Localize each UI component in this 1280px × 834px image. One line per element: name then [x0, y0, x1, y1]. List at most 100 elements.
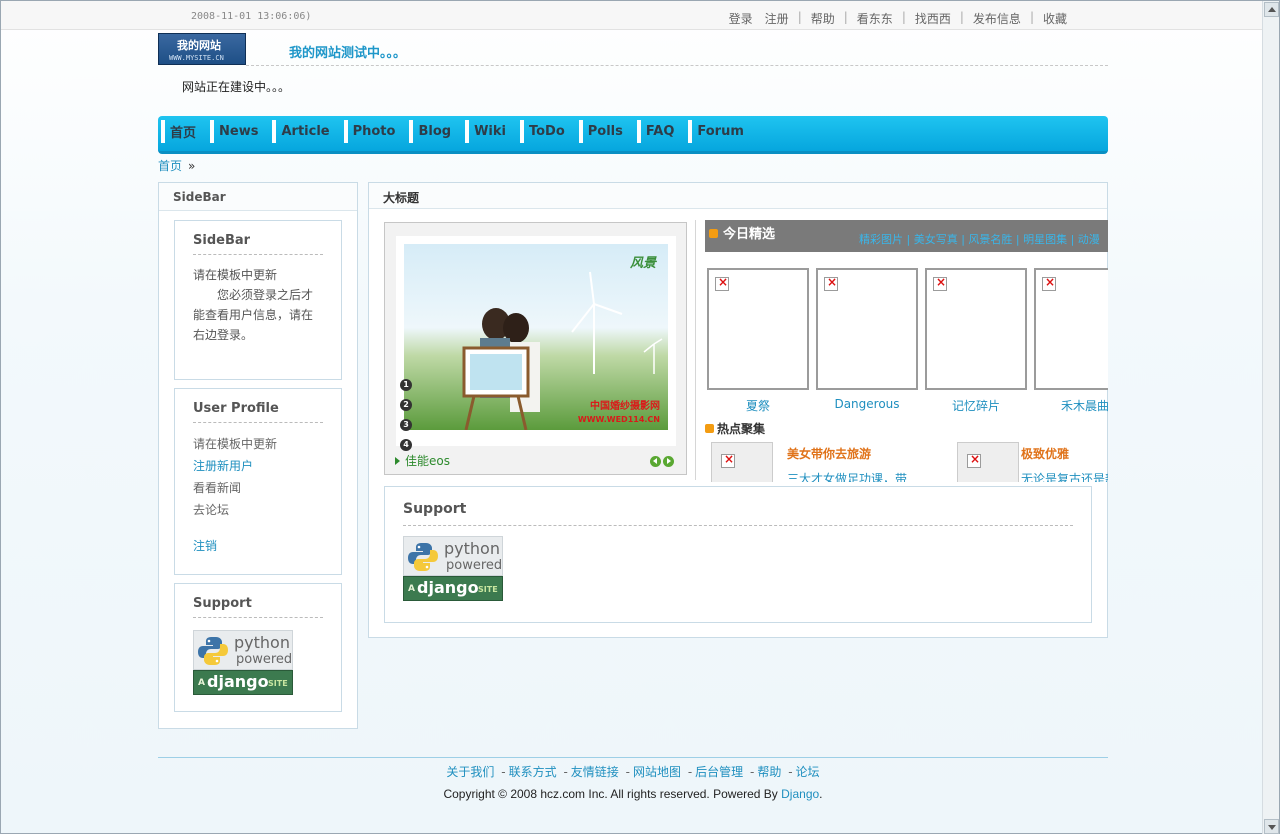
django-link[interactable]: Django — [781, 787, 819, 801]
powered-text: powered — [236, 652, 293, 667]
today-category-link[interactable]: 精彩图片 | 美女写真 | 风景名胜 | 明星图集 | 动漫 — [859, 233, 1100, 246]
find-link[interactable]: 找西西 — [909, 10, 957, 27]
nav-item-home[interactable]: 首页 — [170, 122, 196, 141]
thumbnail-caption[interactable]: 禾木晨曲 — [1034, 397, 1108, 414]
thumbnail-caption[interactable]: 记忆碎片 — [925, 397, 1027, 414]
thumbnail-item[interactable]: 夏祭 — [707, 268, 809, 414]
previous-icon[interactable] — [650, 456, 661, 467]
sidebar-box-text: 请在模板中更新 您必须登录之后才能查看用户信息，请在右边登录。 — [193, 265, 323, 345]
browse-link[interactable]: 看东东 — [851, 10, 899, 27]
hot-topic-title[interactable]: 极致优雅 — [1021, 445, 1069, 462]
breadcrumb-home[interactable]: 首页 — [158, 159, 182, 173]
footer-help-link[interactable]: 帮助 — [757, 765, 781, 779]
thumbnail-item[interactable]: Dangerous — [816, 268, 918, 414]
nav-item-faq[interactable]: FAQ — [646, 124, 675, 139]
register-new-user-link[interactable]: 注册新用户 — [193, 455, 323, 477]
separator: | — [959, 10, 964, 24]
site-logo[interactable]: 我的网站 WWW.MYSITE.CN — [158, 33, 246, 65]
nav-item-polls[interactable]: Polls — [588, 124, 623, 139]
support-box: Support python powered A django SITE — [174, 583, 342, 712]
thumbnail-image[interactable] — [1034, 268, 1108, 390]
bookmark-link[interactable]: 收藏 — [1037, 10, 1073, 27]
breadcrumb-separator: » — [188, 159, 196, 173]
photo-frame: 风景 中国婚纱摄影网 WWW.WED114.CN — [396, 236, 676, 446]
main-header: 大标题 — [369, 183, 1107, 209]
nav-item-news[interactable]: News — [219, 124, 258, 139]
copyright-period: . — [819, 787, 823, 801]
python-text: python — [234, 633, 290, 652]
sidebar-box-title: SideBar — [193, 233, 323, 255]
nav-item-blog[interactable]: Blog — [418, 124, 451, 139]
separator: - — [563, 765, 568, 779]
python-logo-icon — [408, 543, 438, 571]
thumbnail-image[interactable] — [816, 268, 918, 390]
broken-image-icon — [933, 275, 947, 291]
copyright: Copyright © 2008 hcz.com Inc. All rights… — [1, 787, 1265, 801]
separator: - — [750, 765, 755, 779]
django-text: django — [417, 578, 479, 597]
datetime-text: 2008-11-01 13:06:06) — [191, 11, 312, 22]
today-picks-header: 今日精选 精彩图片 | 美女写真 | 风景名胜 | 明星图集 | 动漫 — [705, 220, 1108, 252]
construction-notice: 网站正在建设中。。。 — [182, 80, 291, 94]
next-icon[interactable] — [663, 456, 674, 467]
nav-item-todo[interactable]: ToDo — [529, 124, 565, 139]
django-site-badge[interactable]: A django SITE — [193, 670, 293, 695]
hot-topic-desc[interactable]: 无论是复古还是新 — [1021, 470, 1108, 482]
thumbnail-image[interactable] — [707, 268, 809, 390]
slide-number-button[interactable]: 3 — [400, 419, 412, 431]
login-note: 您必须登录之后才能查看用户信息，请在右边登录。 — [193, 288, 314, 342]
admin-link[interactable]: 后台管理 — [695, 765, 743, 779]
contact-link[interactable]: 联系方式 — [509, 765, 557, 779]
thumbnail-item[interactable]: 记忆碎片 — [925, 268, 1027, 414]
thumbnail-item[interactable]: 禾木晨曲 — [1034, 268, 1108, 414]
separator: | — [797, 10, 802, 24]
view-news-link[interactable]: 看看新闻 — [193, 477, 323, 499]
python-powered-badge[interactable]: python powered — [193, 630, 293, 670]
friend-links-link[interactable]: 友情链接 — [571, 765, 619, 779]
sidebar-box: SideBar 请在模板中更新 您必须登录之后才能查看用户信息，请在右边登录。 — [174, 220, 342, 380]
login-link[interactable]: 登录 — [723, 10, 759, 27]
thumbnail-caption[interactable]: Dangerous — [816, 397, 918, 411]
django-site-badge[interactable]: A django SITE — [403, 576, 503, 601]
hot-topic-title[interactable]: 美女带你去旅游 — [787, 445, 871, 462]
header-divider — [246, 65, 1108, 66]
nav-item-photo[interactable]: Photo — [353, 124, 396, 139]
scroll-down-icon[interactable] — [1264, 819, 1279, 834]
footer-divider — [158, 757, 1108, 758]
main-nav: 首页 News Article Photo Blog Wiki ToDo Pol… — [158, 116, 1108, 154]
scroll-up-icon[interactable] — [1264, 2, 1279, 17]
nav-divider — [465, 120, 470, 143]
main-panel: 大标题 风景 中国婚纱摄影网 WWW.WED114.CN 1 2 3 4 佳能e… — [368, 182, 1108, 638]
sitemap-link[interactable]: 网站地图 — [633, 765, 681, 779]
slide-number-button[interactable]: 2 — [400, 399, 412, 411]
slide-number-button[interactable]: 4 — [400, 439, 412, 451]
hot-topic-desc[interactable]: 三大才女做足功课，带 — [787, 470, 907, 482]
separator: | — [1029, 10, 1034, 24]
template-note: 请在模板中更新 — [193, 437, 278, 451]
go-forum-link[interactable]: 去论坛 — [193, 499, 323, 521]
slide-number-button[interactable]: 1 — [400, 379, 412, 391]
broken-image-icon — [1042, 275, 1056, 291]
slideshow-photo[interactable]: 风景 中国婚纱摄影网 WWW.WED114.CN — [404, 244, 668, 430]
nav-item-wiki[interactable]: Wiki — [474, 124, 506, 139]
powered-text: powered — [446, 558, 503, 573]
register-link[interactable]: 注册 — [759, 10, 795, 27]
thumbnail-image[interactable] — [925, 268, 1027, 390]
nav-item-forum[interactable]: Forum — [697, 124, 744, 139]
logout-link[interactable]: 注销 — [193, 535, 323, 557]
hot-topic-image[interactable] — [957, 442, 1019, 482]
thumbnail-caption[interactable]: 夏祭 — [707, 397, 809, 414]
nav-divider — [161, 120, 165, 143]
vertical-scrollbar[interactable] — [1262, 1, 1279, 834]
nav-item-article[interactable]: Article — [281, 124, 329, 139]
about-link[interactable]: 关于我们 — [446, 765, 494, 779]
site-text: SITE — [268, 679, 288, 688]
bullet-icon — [709, 229, 718, 238]
publish-link[interactable]: 发布信息 — [967, 10, 1027, 27]
photo-slideshow: 风景 中国婚纱摄影网 WWW.WED114.CN 1 2 3 4 佳能eos — [384, 222, 687, 475]
hot-topic-image[interactable] — [711, 442, 773, 482]
footer-forum-link[interactable]: 论坛 — [796, 765, 820, 779]
slide-caption[interactable]: 佳能eos — [395, 452, 450, 469]
python-powered-badge[interactable]: python powered — [403, 536, 503, 576]
help-link[interactable]: 帮助 — [805, 10, 841, 27]
